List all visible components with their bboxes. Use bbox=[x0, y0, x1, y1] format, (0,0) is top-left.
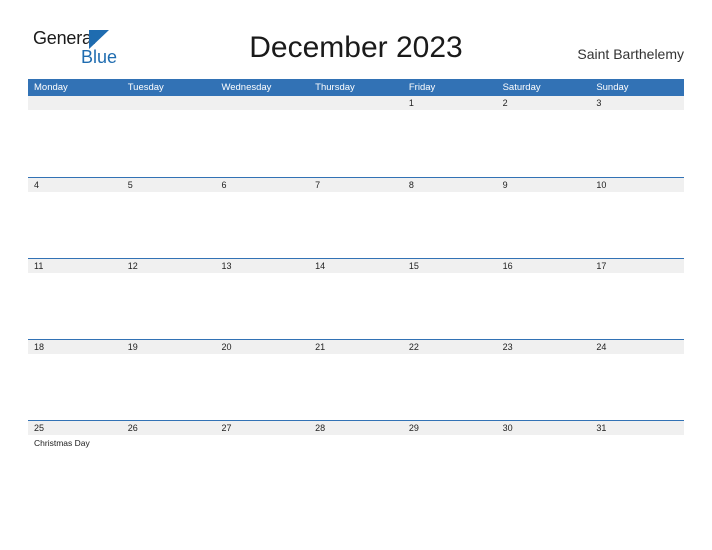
day-cell-4[interactable]: 4 bbox=[28, 178, 122, 258]
day-cell-20[interactable]: 20 bbox=[215, 340, 309, 420]
day-number: 17 bbox=[596, 261, 607, 271]
weekday-header-thursday: Thursday bbox=[315, 82, 355, 93]
day-number: 2 bbox=[502, 98, 508, 108]
day-events: Christmas Day bbox=[34, 438, 122, 449]
day-number: 6 bbox=[221, 180, 227, 190]
day-number: 14 bbox=[315, 261, 326, 271]
day-number: 30 bbox=[502, 423, 513, 433]
day-cell-21[interactable]: 21 bbox=[309, 340, 403, 420]
day-cell-16[interactable]: 16 bbox=[497, 259, 591, 339]
day-number: 8 bbox=[408, 180, 414, 190]
holiday-label: Christmas Day bbox=[34, 438, 90, 448]
day-cell-22[interactable]: 22 bbox=[403, 340, 497, 420]
day-cell-25[interactable]: 25 Christmas Day bbox=[28, 421, 122, 501]
weekday-header-sunday: Sunday bbox=[596, 82, 629, 93]
day-number: 31 bbox=[596, 423, 607, 433]
weekday-header-saturday: Saturday bbox=[502, 82, 541, 93]
day-cell-9[interactable]: 9 bbox=[497, 178, 591, 258]
calendar-weeks: 1 2 3 4 5 6 7 8 9 10 11 12 13 14 15 16 17 18 19 20 21 22 23 24 2… bbox=[28, 96, 684, 501]
day-cell-19[interactable]: 19 bbox=[122, 340, 216, 420]
day-number: 5 bbox=[127, 180, 133, 190]
calendar-week-row: 4 5 6 7 8 9 10 bbox=[28, 177, 684, 258]
day-cell-8[interactable]: 8 bbox=[403, 178, 497, 258]
calendar-page: General Blue December 2023 Saint Barthel… bbox=[0, 0, 712, 550]
weekday-header-row: Monday Tuesday Wednesday Thursday Friday Satu… bbox=[28, 79, 684, 96]
day-cell-1[interactable]: 1 bbox=[403, 96, 497, 177]
day-cell-10[interactable]: 10 bbox=[590, 178, 684, 258]
calendar-week-row: 1 2 3 bbox=[28, 96, 684, 177]
day-number: 20 bbox=[221, 342, 232, 352]
day-cell-18[interactable]: 18 bbox=[28, 340, 122, 420]
region-label: Saint Barthelemy bbox=[577, 46, 684, 62]
day-number: 3 bbox=[596, 98, 602, 108]
day-number: 1 bbox=[408, 98, 414, 108]
day-cell-12[interactable]: 12 bbox=[122, 259, 216, 339]
day-number: 9 bbox=[502, 180, 508, 190]
day-cell-2[interactable]: 2 bbox=[497, 96, 591, 177]
day-number: 7 bbox=[315, 180, 321, 190]
calendar-week-row: 18 19 20 21 22 23 24 bbox=[28, 339, 684, 420]
day-number: 26 bbox=[127, 423, 138, 433]
day-number: 10 bbox=[596, 180, 607, 190]
day-cell-empty[interactable] bbox=[215, 96, 309, 177]
day-cell-15[interactable]: 15 bbox=[403, 259, 497, 339]
day-number: 22 bbox=[408, 342, 419, 352]
day-cell-11[interactable]: 11 bbox=[28, 259, 122, 339]
weekday-header-tuesday: Tuesday bbox=[127, 82, 164, 93]
day-cell-empty[interactable] bbox=[122, 96, 216, 177]
day-number: 18 bbox=[34, 342, 45, 352]
weekday-header-wednesday: Wednesday bbox=[221, 82, 272, 93]
day-number: 24 bbox=[596, 342, 607, 352]
day-cell-14[interactable]: 14 bbox=[309, 259, 403, 339]
day-number: 11 bbox=[34, 261, 44, 271]
day-cell-empty[interactable] bbox=[309, 96, 403, 177]
day-cell-3[interactable]: 3 bbox=[590, 96, 684, 177]
day-number: 25 bbox=[34, 423, 45, 433]
day-cell-24[interactable]: 24 bbox=[590, 340, 684, 420]
day-number: 29 bbox=[408, 423, 419, 433]
day-number: 12 bbox=[127, 261, 138, 271]
day-number: 23 bbox=[502, 342, 513, 352]
day-cell-28[interactable]: 28 bbox=[309, 421, 403, 501]
day-number: 27 bbox=[221, 423, 232, 433]
calendar-week-row: 25 Christmas Day 26 27 28 29 30 31 bbox=[28, 420, 684, 501]
day-cell-7[interactable]: 7 bbox=[309, 178, 403, 258]
weekday-header-friday: Friday bbox=[408, 82, 436, 93]
day-number: 28 bbox=[315, 423, 326, 433]
day-cell-6[interactable]: 6 bbox=[215, 178, 309, 258]
day-number: 19 bbox=[127, 342, 138, 352]
calendar-week-row: 11 12 13 14 15 16 17 bbox=[28, 258, 684, 339]
day-number: 15 bbox=[408, 261, 419, 271]
day-number: 13 bbox=[221, 261, 232, 271]
page-header: General Blue December 2023 Saint Barthel… bbox=[0, 0, 712, 76]
day-cell-27[interactable]: 27 bbox=[215, 421, 309, 501]
day-cell-30[interactable]: 30 bbox=[497, 421, 591, 501]
day-cell-26[interactable]: 26 bbox=[122, 421, 216, 501]
day-cell-29[interactable]: 29 bbox=[403, 421, 497, 501]
day-number: 16 bbox=[502, 261, 513, 271]
day-cell-17[interactable]: 17 bbox=[590, 259, 684, 339]
weekday-header-monday: Monday bbox=[34, 82, 68, 93]
day-number: 21 bbox=[315, 342, 326, 352]
day-cell-5[interactable]: 5 bbox=[122, 178, 216, 258]
day-cell-31[interactable]: 31 bbox=[590, 421, 684, 501]
day-number: 4 bbox=[34, 180, 40, 190]
day-cell-13[interactable]: 13 bbox=[215, 259, 309, 339]
day-cell-empty[interactable] bbox=[28, 96, 122, 177]
calendar-grid: Monday Tuesday Wednesday Thursday Friday Satu… bbox=[28, 79, 684, 501]
day-cell-23[interactable]: 23 bbox=[497, 340, 591, 420]
